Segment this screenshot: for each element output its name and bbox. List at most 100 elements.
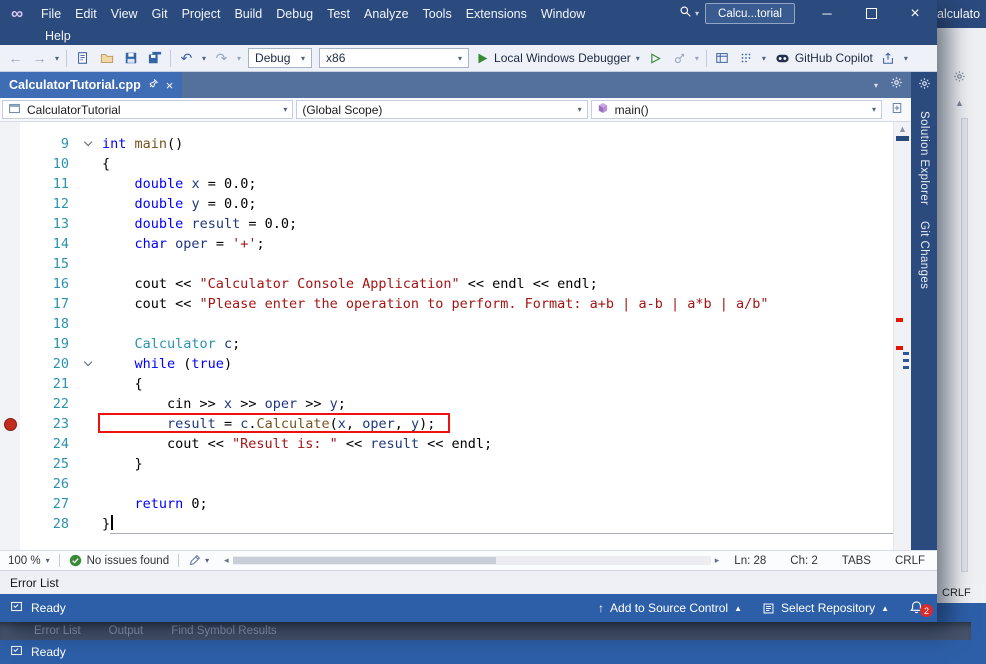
code-line-17[interactable]: 17 cout << "Please enter the operation t…	[0, 294, 893, 314]
menu-project[interactable]: Project	[175, 7, 228, 21]
sidebar-tab-solution-explorer[interactable]: Solution Explorer	[918, 111, 930, 205]
menu-tools[interactable]: Tools	[416, 7, 459, 21]
solution-platform-dropdown[interactable]: x86 ▾	[319, 48, 469, 68]
undo-icon[interactable]: ↶	[178, 49, 195, 67]
menu-analyze[interactable]: Analyze	[357, 7, 415, 21]
breakpoint-gutter[interactable]	[0, 314, 20, 334]
close-button[interactable]: ×	[893, 0, 937, 27]
project-dropdown[interactable]: CalculatorTutorial ▾	[2, 100, 293, 119]
maximize-button[interactable]	[849, 0, 893, 27]
undo-chevron-icon[interactable]: ▾	[202, 54, 206, 63]
navigate-forward-icon[interactable]: →	[31, 49, 48, 67]
search-chevron-icon[interactable]: ▾	[695, 9, 699, 18]
select-repository-button[interactable]: Select Repository ▲	[762, 601, 889, 615]
fold-chevron-icon[interactable]	[75, 354, 102, 374]
gear-icon[interactable]	[918, 77, 931, 95]
attach-icon[interactable]	[671, 49, 688, 67]
fold-chevron-icon[interactable]	[75, 134, 102, 154]
github-copilot-button[interactable]: GitHub Copilot	[775, 51, 873, 66]
background-scrollbar[interactable]	[961, 118, 968, 572]
sidebar-tab-git-changes[interactable]: Git Changes	[918, 221, 930, 289]
breakpoint-gutter[interactable]	[0, 174, 20, 194]
error-list-panel-bar[interactable]: Error List	[0, 570, 937, 594]
menu-debug[interactable]: Debug	[269, 7, 320, 21]
breakpoint-gutter[interactable]	[0, 374, 20, 394]
breakpoint-gutter[interactable]	[0, 454, 20, 474]
start-debugging-button[interactable]: Local Windows Debugger ▾	[476, 51, 640, 65]
navbar-pin-icon[interactable]	[891, 101, 903, 119]
scroll-right-icon[interactable]: ▸	[715, 555, 720, 566]
code-area[interactable]: 9int main()10{11 double x = 0.0;12 doubl…	[0, 122, 893, 550]
horizontal-scrollbar-thumb[interactable]	[233, 557, 496, 564]
menu-view[interactable]: View	[104, 7, 145, 21]
scrollbar-up-icon[interactable]: ▲	[898, 124, 907, 134]
background-tab-output[interactable]: Output	[109, 625, 144, 637]
pin-icon[interactable]	[148, 78, 159, 92]
code-line-11[interactable]: 11 double x = 0.0;	[0, 174, 893, 194]
scroll-left-icon[interactable]: ◂	[224, 555, 229, 566]
horizontal-scrollbar[interactable]: ◂ ▸	[224, 555, 719, 566]
breakpoint-gutter[interactable]	[0, 134, 20, 154]
add-to-source-control-button[interactable]: ↑ Add to Source Control ▲	[598, 601, 742, 615]
breakpoint-gutter[interactable]	[0, 434, 20, 454]
breakpoint-gutter[interactable]	[0, 234, 20, 254]
code-line-16[interactable]: 16 cout << "Calculator Console Applicati…	[0, 274, 893, 294]
line-indicator[interactable]: Ln: 28	[734, 555, 766, 567]
member-dropdown[interactable]: main() ▾	[591, 100, 882, 119]
code-line-24[interactable]: 24 cout << "Result is: " << result << en…	[0, 434, 893, 454]
tab-list-chevron-icon[interactable]: ▾	[874, 81, 878, 90]
share-icon[interactable]	[880, 49, 897, 67]
code-line-23[interactable]: 23 result = c.Calculate(x, oper, y);	[0, 414, 893, 434]
open-folder-icon[interactable]	[98, 49, 115, 67]
breakpoint-gutter[interactable]	[0, 354, 20, 374]
start-without-debugging-icon[interactable]	[647, 49, 664, 67]
window-title-search-box[interactable]: Calcu...torial	[705, 3, 795, 24]
column-indicator[interactable]: Ch: 2	[790, 555, 818, 567]
code-line-22[interactable]: 22 cin >> x >> oper >> y;	[0, 394, 893, 414]
new-file-icon[interactable]	[74, 49, 91, 67]
code-line-28[interactable]: 28}	[0, 514, 893, 534]
menu-extensions[interactable]: Extensions	[459, 7, 534, 21]
breakpoint-gutter[interactable]	[0, 254, 20, 274]
code-line-19[interactable]: 19 Calculator c;	[0, 334, 893, 354]
breakpoint-indicator[interactable]	[0, 414, 20, 434]
redo-icon[interactable]: ↷	[213, 49, 230, 67]
breakpoint-gutter[interactable]	[0, 294, 20, 314]
dots-grid-icon[interactable]	[738, 49, 755, 67]
menu-edit[interactable]: Edit	[68, 7, 104, 21]
indentation-indicator[interactable]: TABS	[842, 555, 871, 567]
menu-git[interactable]: Git	[145, 7, 175, 21]
background-tab-find-symbol-results[interactable]: Find Symbol Results	[171, 625, 276, 637]
navigate-chevron-icon[interactable]: ▾	[55, 54, 59, 63]
toolbar-options-chevron-icon[interactable]: ▾	[904, 54, 908, 63]
save-icon[interactable]	[122, 49, 139, 67]
breakpoint-gutter[interactable]	[0, 474, 20, 494]
code-line-20[interactable]: 20 while (true)	[0, 354, 893, 374]
code-line-18[interactable]: 18	[0, 314, 893, 334]
menu-test[interactable]: Test	[320, 7, 357, 21]
breakpoint-gutter[interactable]	[0, 214, 20, 234]
scrollbar-up-icon[interactable]: ▲	[955, 98, 964, 108]
breakpoint-gutter[interactable]	[0, 494, 20, 514]
gear-icon[interactable]	[953, 70, 966, 88]
minimize-button[interactable]: ─	[805, 0, 849, 27]
search-icon[interactable]	[679, 5, 692, 23]
code-cleanup-button[interactable]: ▾	[188, 554, 209, 567]
code-line-14[interactable]: 14 char oper = '+';	[0, 234, 893, 254]
code-line-10[interactable]: 10{	[0, 154, 893, 174]
menu-help[interactable]: Help	[38, 29, 78, 43]
save-all-icon[interactable]	[146, 49, 163, 67]
code-line-21[interactable]: 21 {	[0, 374, 893, 394]
breakpoint-gutter[interactable]	[0, 514, 20, 534]
code-line-26[interactable]: 26	[0, 474, 893, 494]
code-line-9[interactable]: 9int main()	[0, 134, 893, 154]
document-health-indicator[interactable]: No issues found	[69, 554, 169, 567]
notifications-button[interactable]: 2	[909, 600, 927, 616]
zoom-dropdown[interactable]: 100 % ▾	[8, 555, 50, 567]
eol-indicator[interactable]: CRLF	[895, 555, 925, 567]
breakpoint-gutter[interactable]	[0, 274, 20, 294]
toolbar-overflow-icon[interactable]: ▾	[762, 54, 766, 63]
menu-window[interactable]: Window	[534, 7, 592, 21]
navigate-back-icon[interactable]: ←	[7, 49, 24, 67]
code-line-12[interactable]: 12 double y = 0.0;	[0, 194, 893, 214]
